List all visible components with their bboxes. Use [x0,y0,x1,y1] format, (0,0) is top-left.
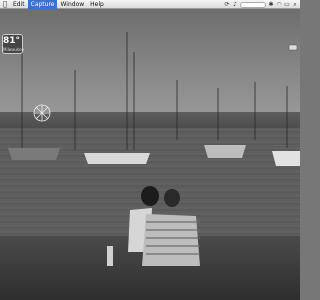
menu-extras: ⟳ ♪ ✱ ◠ ▭ ⌕ [224,0,300,9]
menu-window[interactable]: Window [57,0,87,9]
menu-bar:  Edit Capture Window Help ⟳ ♪ ✱ ◠ ▭ ⌕ [0,0,300,9]
desktop-drive-icon[interactable] [288,38,298,51]
apple-menu-icon[interactable]:  [0,0,10,9]
battery-icon[interactable]: ▭ [284,1,290,8]
weather-temperature: 81° [2,36,20,46]
menu-capture[interactable]: Capture [27,0,58,9]
sailboat-masts [21,32,288,150]
menu-edit[interactable]: Edit [10,0,28,9]
ferris-wheel [33,104,51,122]
harbor-scene [8,32,300,266]
menu-help[interactable]: Help [87,0,107,9]
search-field[interactable] [240,1,266,8]
volume-icon[interactable]: ♪ [232,1,238,8]
wifi-icon[interactable]: ◠ [276,1,282,8]
spotlight-icon[interactable]: ⌕ [292,1,298,8]
menu-left:  Edit Capture Window Help [0,0,107,9]
weather-widget[interactable]: 81° Milwaukee [2,34,25,54]
bluetooth-icon[interactable]: ✱ [268,1,274,8]
couple-silhouette [107,186,200,266]
boats [8,145,300,166]
desktop:  Edit Capture Window Help ⟳ ♪ ✱ ◠ ▭ ⌕ 8… [0,0,300,300]
weather-city: Milwaukee [3,47,25,52]
sync-icon[interactable]: ⟳ [224,1,230,8]
